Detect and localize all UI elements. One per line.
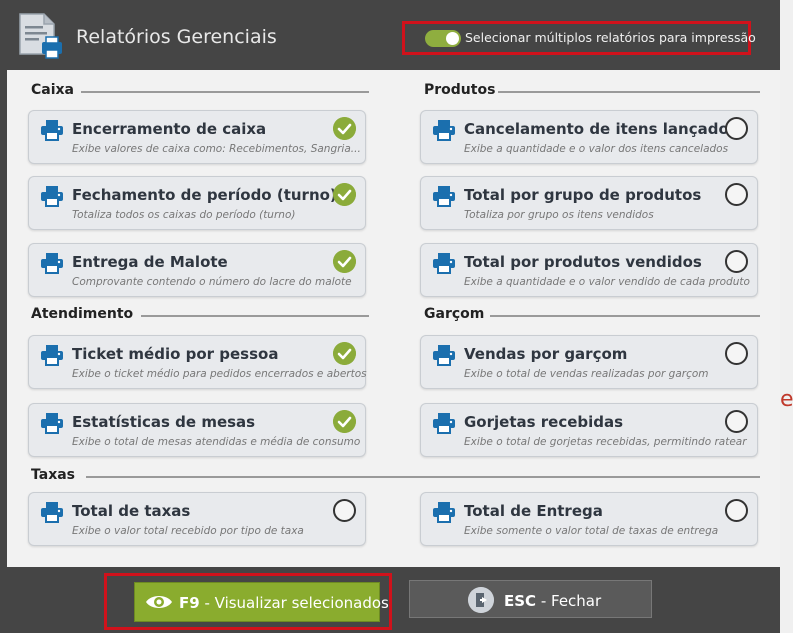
exit-door-icon xyxy=(468,587,494,613)
report-description: Exibe a quantidade e o valor dos itens c… xyxy=(464,143,729,155)
report-description: Comprovante contendo o número do lacre d… xyxy=(72,276,352,288)
toggle-knob xyxy=(446,32,459,45)
report-title: Fechamento de período (turno) xyxy=(72,186,337,204)
section-divider xyxy=(141,315,369,317)
view-text: - Visualizar selecionados xyxy=(199,594,389,612)
background-glyph: e xyxy=(780,387,793,412)
printer-icon xyxy=(433,502,455,523)
report-title: Gorjetas recebidas xyxy=(464,413,624,431)
report-card[interactable]: Vendas por garçom Exibe o total de vendas… xyxy=(420,335,758,389)
reports-panel: Caixa Produtos Atendimento Garçom Taxas … xyxy=(7,70,780,567)
report-description: Totaliza por grupo os itens vendidos xyxy=(464,209,654,221)
printer-icon xyxy=(41,186,63,207)
section-divider xyxy=(490,315,760,317)
report-title: Cancelamento de itens lançados xyxy=(464,120,738,138)
view-selected-button[interactable]: F9 - Visualizar selecionados xyxy=(134,582,389,622)
select-radio[interactable] xyxy=(725,183,748,206)
close-text: - Fechar xyxy=(536,592,602,610)
report-title: Entrega de Malote xyxy=(72,253,228,271)
select-radio[interactable] xyxy=(725,250,748,273)
report-card[interactable]: Gorjetas recebidas Exibe o total de gorje… xyxy=(420,403,758,457)
report-card[interactable]: Estatísticas de mesas Exibe o total de me… xyxy=(28,403,366,457)
report-card[interactable]: Total por grupo de produtos Totaliza por … xyxy=(420,176,758,230)
report-card[interactable]: Ticket médio por pessoa Exibe o ticket mé… xyxy=(28,335,367,389)
report-description: Exibe a quantidade e o valor vendido de … xyxy=(464,276,750,288)
report-title: Total de Entrega xyxy=(464,502,603,520)
report-card[interactable]: Cancelamento de itens lançados Exibe a qu… xyxy=(420,110,758,164)
reports-window: e Relatórios Gerenciais Selecionar múlti… xyxy=(0,0,793,633)
section-divider xyxy=(81,91,369,93)
report-card[interactable]: Entrega de Malote Comprovante contendo o … xyxy=(28,243,366,297)
multi-select-toggle-label: Selecionar múltiplos relatórios para imp… xyxy=(465,30,756,45)
section-title-produtos: Produtos xyxy=(424,82,496,98)
select-radio[interactable] xyxy=(725,410,748,433)
select-radio[interactable] xyxy=(725,342,748,365)
background-edge: e xyxy=(780,0,793,633)
check-circle-icon[interactable] xyxy=(333,342,356,365)
report-card[interactable]: Total por produtos vendidos Exibe a quant… xyxy=(420,243,758,297)
report-description: Exibe valores de caixa como: Recebimento… xyxy=(72,143,361,155)
printer-icon xyxy=(433,413,455,434)
select-radio[interactable] xyxy=(333,499,356,522)
report-description: Exibe somente o valor total de taxas de … xyxy=(464,525,719,537)
view-selected-label: F9 - Visualizar selecionados xyxy=(179,594,389,612)
check-circle-icon[interactable] xyxy=(333,250,356,273)
printer-icon xyxy=(41,345,63,366)
printer-icon xyxy=(41,120,63,141)
report-card[interactable]: Total de Entrega Exibe somente o valor to… xyxy=(420,492,758,546)
report-description: Totaliza todos os caixas do período (tur… xyxy=(72,209,296,221)
section-divider xyxy=(86,476,760,478)
view-key: F9 xyxy=(179,594,200,612)
eye-icon xyxy=(146,596,172,608)
section-title-taxas: Taxas xyxy=(31,467,76,483)
printer-icon xyxy=(41,413,63,434)
report-printer-icon xyxy=(19,13,62,59)
window-title: Relatórios Gerenciais xyxy=(76,26,277,48)
select-radio[interactable] xyxy=(725,499,748,522)
close-button[interactable]: ESC - Fechar xyxy=(409,580,652,618)
report-title: Total por produtos vendidos xyxy=(464,253,702,271)
select-radio[interactable] xyxy=(725,117,748,140)
printer-icon xyxy=(433,345,455,366)
close-key: ESC xyxy=(504,592,537,610)
section-title-atendimento: Atendimento xyxy=(31,306,134,322)
close-label: ESC - Fechar xyxy=(504,592,601,610)
report-card[interactable]: Fechamento de período (turno) Totaliza to… xyxy=(28,176,366,230)
printer-icon xyxy=(41,502,63,523)
check-circle-icon[interactable] xyxy=(333,117,356,140)
section-title-garcom: Garçom xyxy=(424,306,485,322)
check-circle-icon[interactable] xyxy=(333,410,356,433)
printer-icon xyxy=(433,120,455,141)
printer-icon xyxy=(433,186,455,207)
check-circle-icon[interactable] xyxy=(333,183,356,206)
report-title: Total de taxas xyxy=(72,502,191,520)
report-title: Encerramento de caixa xyxy=(72,120,267,138)
printer-icon xyxy=(433,253,455,274)
view-button-highlight: F9 - Visualizar selecionados xyxy=(104,573,392,630)
report-title: Estatísticas de mesas xyxy=(72,413,256,431)
multi-select-toggle-highlight: Selecionar múltiplos relatórios para imp… xyxy=(402,21,756,55)
report-description: Exibe o valor total recebido por tipo de… xyxy=(72,525,304,537)
report-description: Exibe o total de mesas atendidas e média… xyxy=(72,436,361,448)
report-description: Exibe o total de gorjetas recebidas, per… xyxy=(464,436,747,448)
report-title: Ticket médio por pessoa xyxy=(72,345,279,363)
report-description: Exibe o ticket médio para pedidos encerr… xyxy=(72,368,367,380)
window-header: Relatórios Gerenciais Selecionar múltipl… xyxy=(0,0,780,70)
report-title: Vendas por garçom xyxy=(464,345,628,363)
report-card[interactable]: Encerramento de caixa Exibe valores de ca… xyxy=(28,110,366,164)
section-divider xyxy=(498,91,760,93)
report-title: Total por grupo de produtos xyxy=(464,186,702,204)
window-footer: F9 - Visualizar selecionados ESC - Fecha… xyxy=(0,567,780,633)
report-description: Exibe o total de vendas realizadas por g… xyxy=(464,368,709,380)
report-card[interactable]: Total de taxas Exibe o valor total recebi… xyxy=(28,492,366,546)
multi-select-toggle[interactable] xyxy=(425,30,461,47)
section-title-caixa: Caixa xyxy=(31,82,74,98)
printer-icon xyxy=(41,253,63,274)
